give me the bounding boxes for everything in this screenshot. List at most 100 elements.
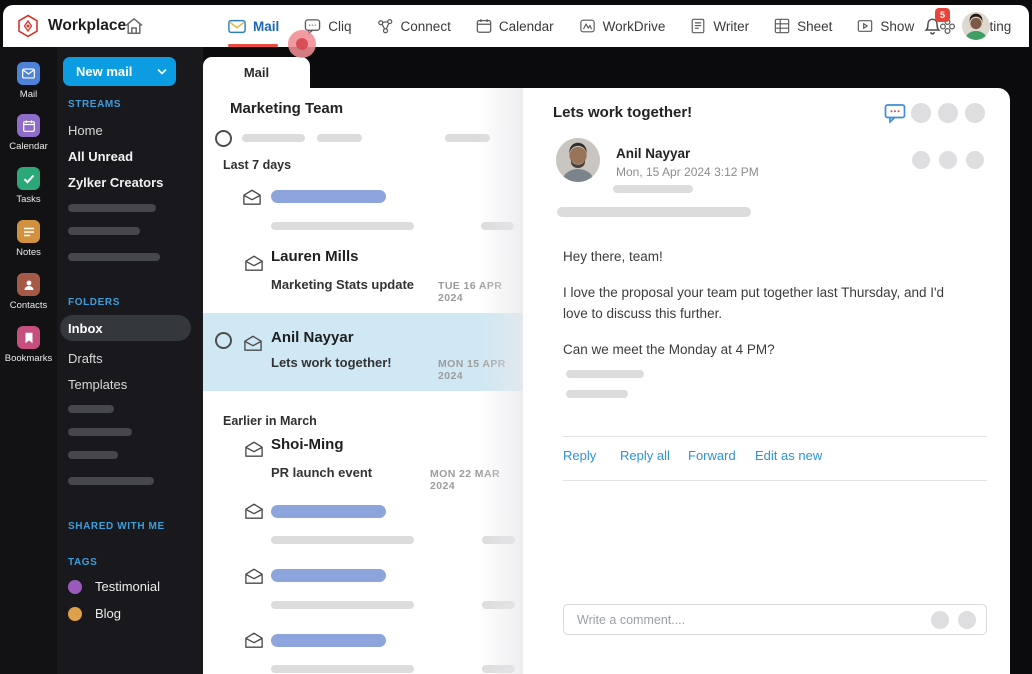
workplace-app: Workplace Mail Cliq Connect Calendar Wor…	[0, 0, 1032, 674]
envelope-icon	[245, 568, 263, 584]
rail-label: Calendar	[9, 141, 48, 152]
skeleton-bar	[271, 601, 414, 609]
tab-mail[interactable]: Mail	[203, 57, 310, 88]
sidebar-item-drafts[interactable]: Drafts	[68, 351, 103, 366]
skeleton-bar	[68, 204, 156, 212]
writer-icon	[692, 18, 705, 34]
comment-input[interactable]	[577, 606, 907, 633]
sidebar-item-home[interactable]: Home	[68, 123, 103, 138]
folders-section-label: FOLDERS	[68, 297, 120, 308]
tag-color-dot	[68, 579, 82, 594]
nav-writer[interactable]: Writer	[690, 18, 749, 34]
envelope-icon	[245, 503, 263, 519]
skeleton-bar	[613, 185, 693, 193]
toolbar-button-placeholder[interactable]	[911, 103, 931, 123]
rail-item-tasks[interactable]: Tasks	[0, 167, 57, 205]
reply-button[interactable]: Reply	[563, 448, 596, 463]
mail-content: Marketing Team Last 7 days Lauren Mills …	[203, 88, 1010, 674]
comment-action-placeholder[interactable]	[931, 611, 949, 629]
nav-show[interactable]: Show	[857, 18, 914, 34]
tags-section-label: TAGS	[68, 557, 98, 568]
skeleton-bar	[271, 665, 414, 673]
mail-date: MON 22 MAR 2024	[430, 468, 500, 492]
header-button-placeholder[interactable]	[912, 151, 930, 169]
mail-sender: Anil Nayyar	[271, 329, 354, 346]
rail-notes-icon	[17, 220, 40, 243]
envelope-icon	[244, 335, 262, 351]
rail-item-calendar[interactable]: Calendar	[0, 114, 57, 152]
skeleton-bar	[271, 634, 386, 647]
home-icon[interactable]	[124, 17, 144, 35]
mail-subject: PR launch event	[271, 465, 373, 480]
nav-mail[interactable]: Mail	[228, 19, 279, 34]
mail-select-checkbox[interactable]	[215, 332, 232, 349]
nav-sheet[interactable]: Sheet	[774, 18, 832, 34]
shared-section-label: SHARED WITH ME	[68, 521, 165, 532]
brand-name: Workplace	[48, 17, 127, 34]
new-mail-button[interactable]: New mail	[63, 57, 176, 86]
nav-workdrive[interactable]: WorkDrive	[579, 18, 666, 34]
sidebar-item-inbox[interactable]: Inbox	[60, 315, 191, 341]
forward-button[interactable]: Forward	[688, 448, 736, 463]
rail-label: Mail	[19, 89, 38, 100]
comment-box	[563, 604, 987, 635]
reply-all-button[interactable]: Reply all	[620, 448, 670, 463]
skeleton-bar	[68, 227, 140, 235]
list-header: Marketing Team	[230, 100, 344, 117]
comment-action-placeholder[interactable]	[958, 611, 976, 629]
mail-date: MON 15 APR 2024	[438, 358, 506, 382]
rail-item-bookmarks[interactable]: Bookmarks	[0, 326, 57, 364]
nav-cliq[interactable]: Cliq	[304, 18, 352, 35]
message-body: Hey there, team! I love the proposal you…	[563, 246, 971, 375]
nav-label: Sheet	[797, 18, 833, 34]
nav-label: Show	[880, 18, 915, 34]
toolbar-button-placeholder[interactable]	[965, 103, 985, 123]
toolbar-button-placeholder[interactable]	[938, 103, 958, 123]
user-avatar[interactable]	[962, 12, 990, 40]
rail-item-notes[interactable]: Notes	[0, 220, 57, 258]
skeleton-bar	[482, 536, 515, 544]
skeleton-bar	[557, 207, 751, 217]
notification-badge: 5	[935, 8, 950, 22]
nav-label: WorkDrive	[602, 18, 666, 34]
rail-contacts-icon	[17, 273, 40, 296]
skeleton-bar	[271, 569, 386, 582]
calendar-icon	[476, 19, 492, 33]
chevron-down-icon[interactable]	[157, 68, 167, 75]
edit-as-new-button[interactable]: Edit as new	[755, 448, 822, 463]
mail-date: TUE 16 APR 2024	[438, 280, 503, 304]
skeleton-bar	[271, 222, 414, 230]
comment-icon[interactable]	[884, 103, 906, 124]
sidebar-item-zylker-creators[interactable]: Zylker Creators	[68, 175, 163, 190]
skeleton-bar	[445, 134, 490, 142]
header-button-placeholder[interactable]	[939, 151, 957, 169]
nav-calendar[interactable]: Calendar	[476, 18, 554, 34]
tag-blog[interactable]: Blog	[68, 606, 121, 621]
nav-connect[interactable]: Connect	[377, 18, 451, 35]
sidebar-item-templates[interactable]: Templates	[68, 377, 127, 392]
envelope-icon	[245, 255, 263, 271]
inbox-label: Inbox	[68, 320, 103, 336]
select-all-checkbox[interactable]	[215, 130, 232, 147]
skeleton-bar	[482, 601, 515, 609]
connect-icon	[377, 18, 392, 33]
body-paragraph: Hey there, team!	[563, 249, 663, 264]
mail-sidebar: New mail STREAMS Home All Unread Zylker …	[57, 47, 203, 674]
show-icon	[858, 20, 873, 32]
skeleton-bar	[317, 134, 362, 142]
top-bar: Workplace Mail Cliq Connect Calendar Wor…	[3, 5, 1029, 47]
tag-testimonial[interactable]: Testimonial	[68, 579, 160, 594]
rail-item-mail[interactable]: Mail	[0, 62, 57, 100]
app-rail: Mail Calendar Tasks Notes Contacts Bookm…	[0, 47, 57, 674]
streams-section-label: STREAMS	[68, 99, 122, 110]
sender-avatar	[556, 138, 600, 182]
envelope-icon	[245, 441, 263, 457]
mail-subject: Lets work together!	[271, 355, 392, 370]
rail-mail-icon	[17, 62, 40, 85]
skeleton-bar	[271, 536, 414, 544]
sidebar-item-all-unread[interactable]: All Unread	[68, 149, 133, 164]
rail-item-contacts[interactable]: Contacts	[0, 273, 57, 311]
envelope-icon	[243, 189, 261, 205]
header-button-placeholder[interactable]	[966, 151, 984, 169]
skeleton-bar	[481, 222, 514, 230]
